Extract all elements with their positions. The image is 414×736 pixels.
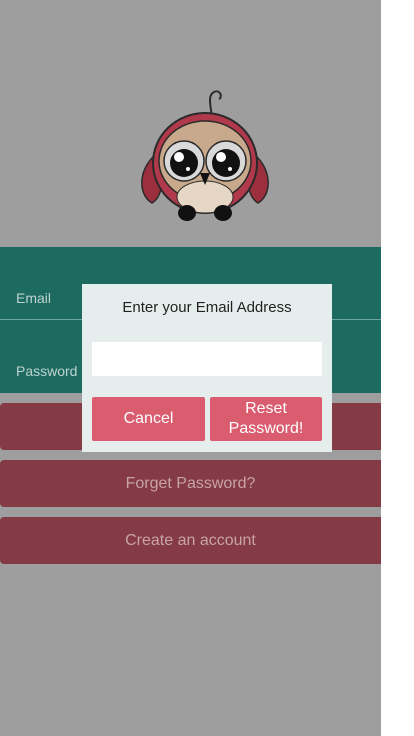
email-label: Email bbox=[16, 290, 52, 306]
cancel-button[interactable]: Cancel bbox=[92, 397, 205, 441]
app-screen: Email Password Forget Password? Create a… bbox=[0, 0, 381, 736]
dialog-title: Enter your Email Address bbox=[122, 299, 292, 316]
forget-password-button[interactable]: Forget Password? bbox=[0, 460, 381, 507]
reset-email-input[interactable] bbox=[92, 342, 322, 376]
owl-logo-icon bbox=[141, 90, 269, 221]
reset-password-button[interactable]: Reset Password! bbox=[210, 397, 322, 441]
create-account-button[interactable]: Create an account bbox=[0, 517, 381, 564]
reset-password-dialog: Enter your Email Address Cancel Reset Pa… bbox=[82, 284, 332, 452]
password-label: Password bbox=[16, 363, 78, 379]
